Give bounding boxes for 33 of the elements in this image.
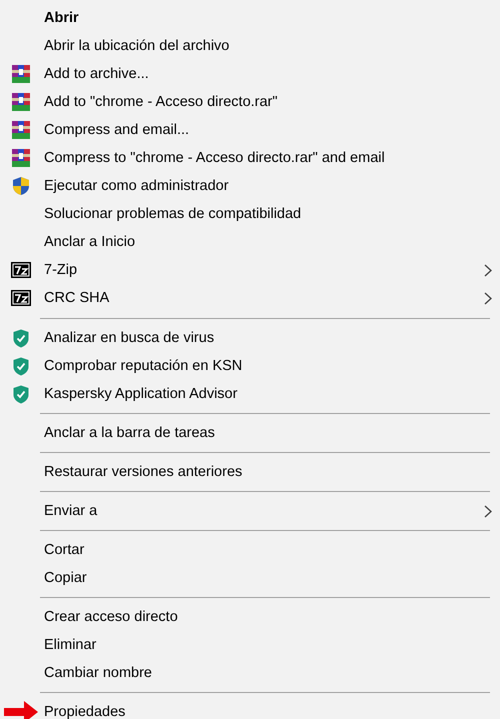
archive-books-icon [12,121,30,139]
menu-item[interactable]: Add to "chrome - Acceso directo.rar" [44,94,278,110]
menu-item[interactable]: Cortar [44,542,84,558]
menu-item[interactable]: Anclar a Inicio [44,234,136,250]
menu-item[interactable]: Anclar a la barra de tareas [44,425,215,441]
archive-books-icon [12,65,30,83]
menu-item[interactable]: Analizar en busca de virus [44,330,214,346]
menu-item[interactable]: Kaspersky Application Advisor [44,386,238,402]
menu-item[interactable]: Ejecutar como administrador [44,178,229,194]
check-shield-icon [13,384,29,404]
menu-item[interactable]: 7-Zip [44,262,78,278]
archive-books-icon [12,93,30,111]
menu-item[interactable]: Add to archive... [44,66,149,82]
menu-item[interactable]: Restaurar versiones anteriores [44,464,242,480]
menu-item[interactable]: Compress and email... [44,122,190,138]
archive-app-icon [11,262,31,278]
menu-item[interactable]: Copiar [44,570,87,586]
shield-icon [12,176,30,196]
archive-books-icon [12,149,30,167]
menu-item[interactable]: Comprobar reputación en KSN [44,358,242,374]
menu-item[interactable]: CRC SHA [44,290,110,306]
menu-item[interactable]: Crear acceso directo [44,609,178,625]
archive-app-icon [11,290,31,306]
check-shield-icon [13,328,29,348]
menu-item[interactable]: Abrir la ubicación del archivo [44,38,230,54]
menu-item[interactable]: Enviar a [44,503,98,519]
menu-item[interactable]: Eliminar [44,637,96,653]
check-shield-icon [13,356,29,376]
menu-item[interactable]: Solucionar problemas de compatibilidad [44,206,302,222]
menu-item[interactable]: Cambiar nombre [44,665,152,681]
menu-item[interactable]: Compress to "chrome - Acceso directo.rar" and email [44,150,385,166]
menu-item[interactable]: Propiedades [44,704,126,719]
menu-item[interactable]: Abrir [44,10,79,26]
